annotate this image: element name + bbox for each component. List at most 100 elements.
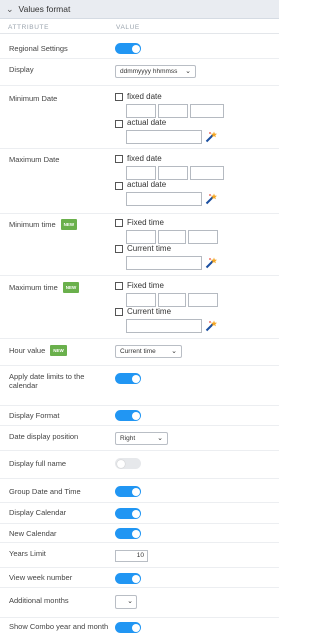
- attribute-column-header: ATTRIBUTE: [8, 24, 50, 31]
- column-header: ATTRIBUTE VALUE: [0, 21, 279, 34]
- maximum-time-current-label: Current time: [127, 307, 172, 316]
- toggle-knob: [131, 374, 140, 383]
- magic-wand-icon[interactable]: [205, 131, 217, 143]
- apply-date-limits-toggle[interactable]: [115, 373, 141, 384]
- row-display-full-name: Display full name: [0, 451, 279, 479]
- chevron-down-icon: ⌄: [171, 348, 177, 355]
- row-show-combo: Show Combo year and month: [0, 618, 279, 644]
- panel-title: Values format: [18, 4, 71, 14]
- maximum-date-actual-label: actual date: [127, 180, 167, 189]
- maximum-time-label: Maximum time NEW: [9, 282, 80, 293]
- maximum-time-second-input[interactable]: [188, 293, 218, 307]
- new-calendar-toggle[interactable]: [115, 528, 141, 539]
- maximum-date-actual-checkbox[interactable]: [115, 182, 123, 190]
- minimum-time-fixed-checkbox[interactable]: [115, 219, 123, 227]
- show-combo-label: Show Combo year and month: [9, 622, 109, 631]
- toggle-knob: [131, 487, 140, 496]
- minimum-date-month-input[interactable]: [158, 104, 188, 118]
- display-full-name-toggle[interactable]: [115, 458, 141, 469]
- display-select-value: ddmmyyyy hhmmss: [120, 68, 178, 75]
- row-display: Display ddmmyyyy hhmmss ⌄: [0, 59, 279, 86]
- display-format-label: Display Format: [9, 411, 60, 420]
- regional-settings-label: Regional Settings: [9, 44, 68, 53]
- date-display-position-select[interactable]: Right ⌄: [115, 432, 168, 445]
- toggle-knob: [131, 574, 140, 583]
- chevron-down-icon: ⌄: [157, 435, 163, 442]
- maximum-date-day-input[interactable]: [126, 166, 156, 180]
- minimum-time-hour-input[interactable]: [126, 230, 156, 244]
- maximum-time-minute-input[interactable]: [158, 293, 186, 307]
- row-minimum-date: Minimum Date fixed date actual date: [0, 86, 279, 149]
- minimum-time-label-text: Minimum time: [9, 220, 56, 229]
- minimum-date-fixed-checkbox[interactable]: [115, 93, 123, 101]
- maximum-date-month-input[interactable]: [158, 166, 188, 180]
- display-full-name-label: Display full name: [9, 459, 67, 468]
- toggle-knob: [131, 509, 140, 518]
- minimum-time-minute-input[interactable]: [158, 230, 186, 244]
- magic-wand-icon[interactable]: [205, 257, 217, 269]
- hour-value-label: Hour value NEW: [9, 345, 67, 356]
- row-group-date-time: Group Date and Time: [0, 479, 279, 503]
- minimum-date-fixed-label: fixed date: [127, 92, 162, 101]
- minimum-date-actual-checkbox[interactable]: [115, 120, 123, 128]
- additional-months-label: Additional months: [9, 596, 69, 605]
- minimum-date-actual-input[interactable]: [126, 130, 202, 144]
- toggle-knob: [131, 623, 140, 632]
- years-limit-input[interactable]: 10: [115, 550, 148, 562]
- value-column-header: VALUE: [116, 24, 140, 31]
- minimum-time-current-checkbox[interactable]: [115, 245, 123, 253]
- display-format-toggle[interactable]: [115, 410, 141, 421]
- maximum-time-fixed-label: Fixed time: [127, 281, 164, 290]
- row-display-format: Display Format: [0, 406, 279, 426]
- minimum-date-day-input[interactable]: [126, 104, 156, 118]
- row-display-calendar: Display Calendar: [0, 503, 279, 524]
- chevron-down-icon: ⌄: [127, 598, 133, 605]
- maximum-time-label-text: Maximum time: [9, 283, 58, 292]
- chevron-down-icon: ⌄: [185, 68, 191, 75]
- row-view-week-number: View week number: [0, 568, 279, 588]
- apply-date-limits-label: Apply date limits to the calendar: [9, 372, 85, 390]
- row-apply-date-limits: Apply date limits to the calendar: [0, 366, 279, 406]
- minimum-time-second-input[interactable]: [188, 230, 218, 244]
- years-limit-label: Years Limit: [9, 549, 46, 558]
- regional-settings-toggle[interactable]: [115, 43, 141, 54]
- toggle-knob: [131, 411, 140, 420]
- maximum-time-current-input[interactable]: [126, 319, 202, 333]
- display-calendar-label: Display Calendar: [9, 508, 67, 517]
- magic-wand-icon[interactable]: [205, 320, 217, 332]
- new-badge: NEW: [50, 345, 67, 356]
- maximum-date-year-input[interactable]: [190, 166, 224, 180]
- maximum-date-fixed-label: fixed date: [127, 154, 162, 163]
- view-week-number-toggle[interactable]: [115, 573, 141, 584]
- maximum-date-label: Maximum Date: [9, 155, 60, 164]
- row-date-display-position: Date display position Right ⌄: [0, 426, 279, 451]
- hour-value-select[interactable]: Current time ⌄: [115, 345, 182, 358]
- panel-header[interactable]: ⌄ Values format: [0, 0, 279, 19]
- minimum-time-current-input[interactable]: [126, 256, 202, 270]
- date-display-position-value: Right: [120, 435, 136, 442]
- toggle-knob: [116, 459, 125, 468]
- date-display-position-label: Date display position: [9, 432, 79, 441]
- additional-months-select[interactable]: ⌄: [115, 595, 137, 609]
- group-date-time-toggle[interactable]: [115, 486, 141, 497]
- group-date-time-label: Group Date and Time: [9, 487, 81, 496]
- magic-wand-icon[interactable]: [205, 193, 217, 205]
- show-combo-toggle[interactable]: [115, 622, 141, 633]
- minimum-time-current-label: Current time: [127, 244, 172, 253]
- minimum-date-year-input[interactable]: [190, 104, 224, 118]
- maximum-time-fixed-checkbox[interactable]: [115, 282, 123, 290]
- display-select[interactable]: ddmmyyyy hhmmss ⌄: [115, 65, 196, 78]
- maximum-time-hour-input[interactable]: [126, 293, 156, 307]
- row-maximum-time: Maximum time NEW Fixed time Current time: [0, 276, 279, 339]
- display-calendar-toggle[interactable]: [115, 508, 141, 519]
- new-badge: NEW: [60, 219, 78, 230]
- maximum-time-current-checkbox[interactable]: [115, 308, 123, 316]
- display-label: Display: [9, 65, 34, 74]
- row-minimum-time: Minimum time NEW Fixed time Current time: [0, 214, 279, 276]
- minimum-date-label: Minimum Date: [9, 94, 58, 103]
- row-additional-months: Additional months ⌄: [0, 588, 279, 618]
- chevron-down-icon[interactable]: ⌄: [6, 4, 14, 14]
- maximum-date-fixed-checkbox[interactable]: [115, 155, 123, 163]
- row-maximum-date: Maximum Date fixed date actual date: [0, 149, 279, 214]
- maximum-date-actual-input[interactable]: [126, 192, 202, 206]
